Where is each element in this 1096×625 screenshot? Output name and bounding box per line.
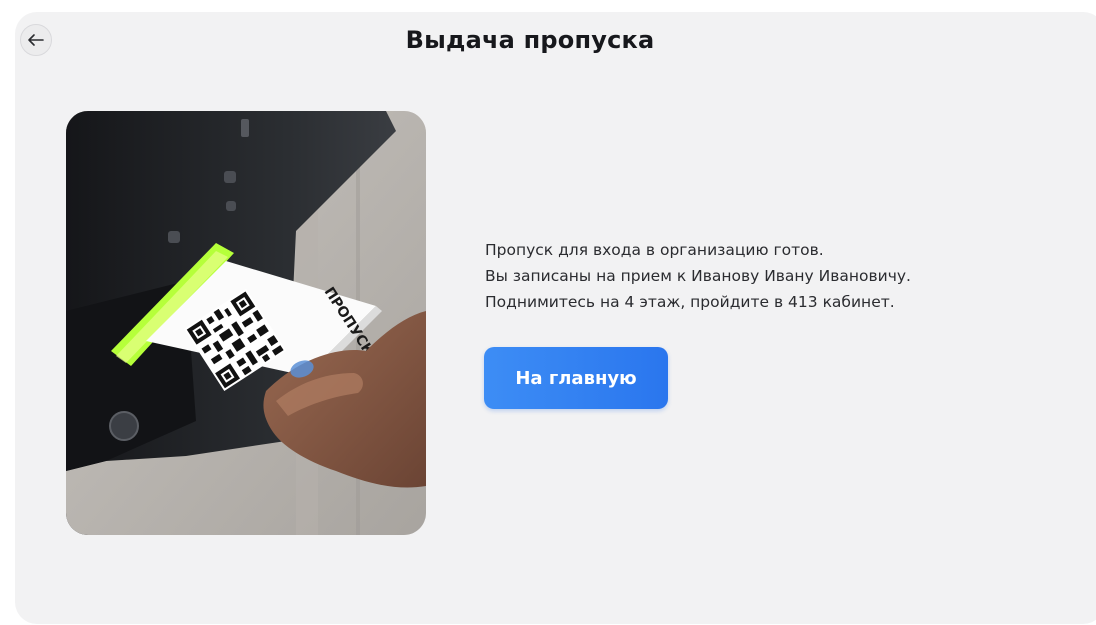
pass-issue-screen: Выдача пропуска ПРОПУСК Пропуск для вход… bbox=[15, 12, 1096, 624]
message-line: Вы записаны на прием к Иванову Ивану Ива… bbox=[485, 267, 911, 285]
message-line: Пропуск для входа в организацию готов. bbox=[485, 241, 824, 259]
message-line: Поднимитесь на 4 этаж, пройдите в 413 ка… bbox=[485, 293, 895, 311]
pass-printer-photo: ПРОПУСК bbox=[66, 111, 426, 535]
pass-ready-message: Пропуск для входа в организацию готов. В… bbox=[485, 237, 911, 315]
home-button[interactable]: На главную bbox=[484, 347, 668, 409]
page-title: Выдача пропуска bbox=[405, 26, 655, 54]
